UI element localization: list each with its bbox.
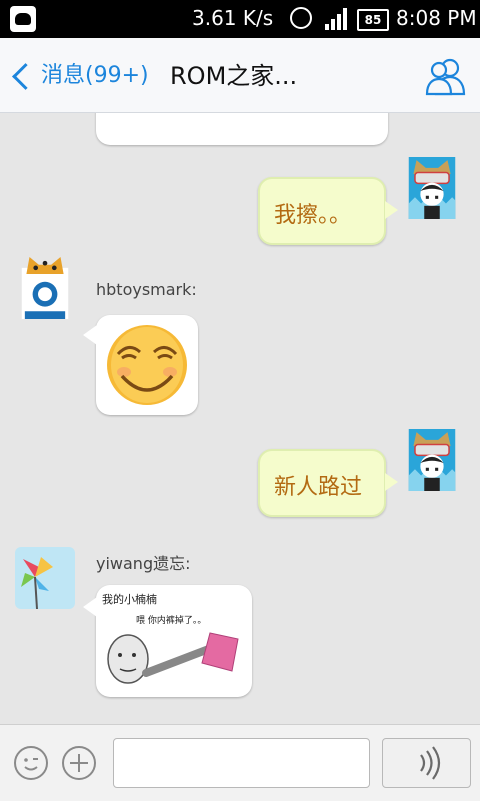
input-bar	[0, 724, 480, 801]
image-caption: 我的小楠楠	[102, 593, 157, 606]
message-input[interactable]	[113, 738, 370, 788]
yiwang-avatar[interactable]	[15, 547, 75, 609]
group-members-icon[interactable]	[424, 56, 468, 96]
battery-icon: 85	[357, 9, 389, 31]
emoji-button[interactable]	[14, 746, 48, 780]
outgoing-message[interactable]: 新人路过	[258, 449, 398, 517]
alarm-icon	[290, 7, 312, 29]
emoji-message[interactable]	[83, 315, 198, 415]
smirk-emoji-icon	[107, 325, 187, 405]
voice-button[interactable]	[382, 738, 471, 788]
signal-icon	[325, 8, 349, 30]
plus-icon	[70, 754, 88, 772]
meme-image	[107, 632, 239, 684]
sender-name: hbtoysmark:	[96, 280, 197, 299]
emoji-icon	[24, 758, 38, 771]
network-speed: 3.61 K/s	[192, 6, 274, 30]
title-bar: 消息(99+) ROM之家...	[0, 38, 480, 113]
clock: 8:08 PM	[396, 6, 477, 30]
plus-button[interactable]	[62, 746, 96, 780]
page-title: ROM之家...	[170, 62, 298, 90]
bubble-tail	[83, 597, 97, 617]
bubble-tail	[385, 473, 398, 491]
voice-icon	[420, 746, 441, 780]
hbtoysmark-avatar[interactable]	[15, 257, 75, 319]
back-button[interactable]: 消息(99+)	[10, 58, 149, 94]
message-text: 新人路过	[274, 475, 363, 500]
chevron-left-icon	[12, 62, 39, 90]
image-message[interactable]: 我的小楠楠 喂 你内裤掉了。。	[83, 585, 252, 697]
back-label: 消息(99+)	[41, 63, 149, 88]
bubble-tail	[83, 325, 97, 345]
app-icon	[10, 6, 36, 32]
status-bar: 3.61 K/s 85 8:08 PM	[0, 0, 480, 38]
image-message[interactable]	[96, 113, 388, 145]
my-avatar[interactable]	[402, 429, 462, 491]
message-text: 我擦。。	[274, 203, 352, 228]
outgoing-message[interactable]: 我擦。。	[258, 177, 398, 245]
chat-area[interactable]: 我擦。。 hbtoysmark: 新人路过 yiwang遗忘: 我的小楠楠 喂 …	[0, 113, 480, 724]
bubble-tail	[385, 201, 398, 219]
my-avatar[interactable]	[402, 157, 462, 219]
sender-name: yiwang遗忘:	[96, 554, 191, 573]
